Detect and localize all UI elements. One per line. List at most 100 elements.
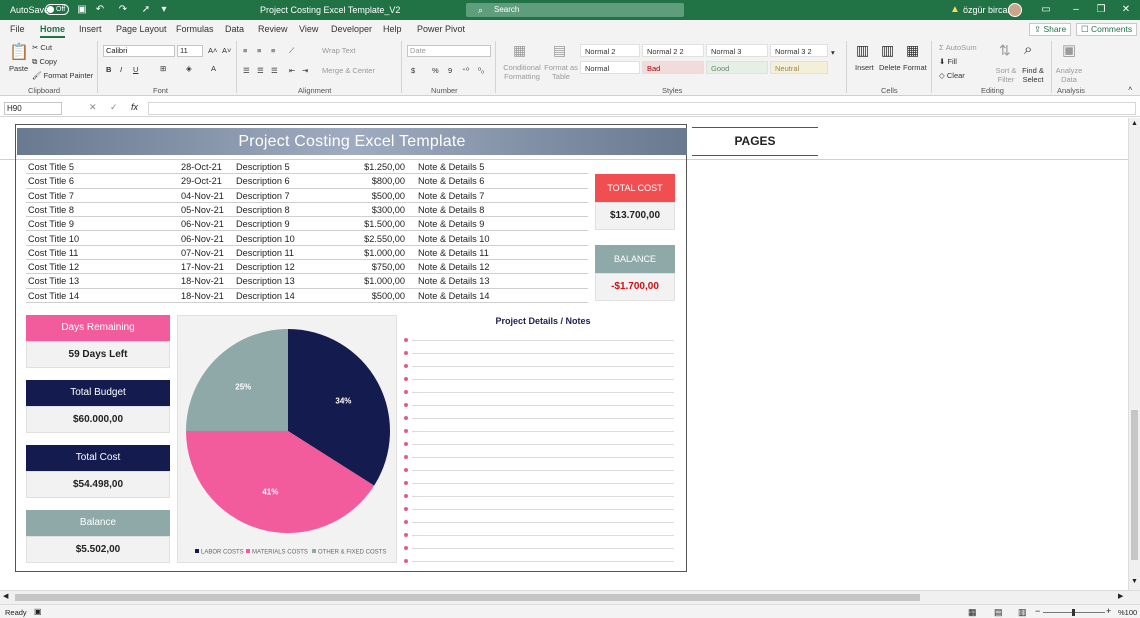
increase-indent-icon[interactable]: ⇥ [302, 66, 308, 75]
insert-cells-icon[interactable]: ▥ [856, 42, 869, 59]
grow-font-icon[interactable]: A˄ [208, 46, 217, 55]
maximize-icon[interactable]: ❐ [1095, 4, 1107, 16]
accessibility-icon[interactable]: ▣ [34, 607, 42, 616]
increase-decimal-icon[interactable]: ⁺⁰ [462, 66, 469, 75]
close-icon[interactable]: ✕ [1120, 4, 1132, 16]
italic-icon[interactable]: I [120, 65, 122, 74]
conditional-formatting-button[interactable]: Conditional Formatting [502, 63, 542, 81]
merge-center-button[interactable]: Merge & Center [322, 66, 375, 75]
horizontal-scrollbar[interactable]: ◀ ▶ [0, 590, 1140, 604]
style-normal-3[interactable]: Normal 3 [706, 44, 768, 57]
currency-icon[interactable]: $ [411, 66, 415, 75]
zoom-level[interactable]: %100 [1118, 608, 1137, 617]
font-size-select[interactable]: 11 [177, 45, 203, 57]
ribbon-display-icon[interactable]: ▭ [1040, 4, 1052, 16]
scroll-down-icon[interactable]: ▼ [1131, 578, 1138, 585]
tab-home[interactable]: Home [40, 24, 66, 38]
format-button[interactable]: Format [903, 63, 927, 72]
find-icon[interactable]: ⌕ [1024, 41, 1032, 58]
format-as-table-icon[interactable]: ▤ [553, 42, 566, 59]
align-middle-icon[interactable]: ≡ [257, 46, 261, 55]
decrease-indent-icon[interactable]: ⇤ [289, 66, 295, 75]
style-good[interactable]: Good [706, 61, 768, 74]
wrap-text-button[interactable]: Wrap Text [322, 46, 356, 55]
save-icon[interactable]: ▣ [76, 4, 88, 16]
number-format-select[interactable]: Date [407, 45, 491, 57]
style-normal-2-2[interactable]: Normal 2 2 [642, 44, 704, 57]
delete-cells-icon[interactable]: ▥ [881, 42, 894, 59]
fill-button[interactable]: ⬇ Fill [939, 57, 957, 66]
delete-button[interactable]: Delete [879, 63, 901, 72]
h-scroll-thumb[interactable] [15, 594, 920, 601]
tab-formulas[interactable]: Formulas [176, 24, 214, 34]
font-name-select[interactable]: Calibri [103, 45, 175, 57]
normal-view-icon[interactable]: ▦ [968, 607, 977, 618]
fill-color-icon[interactable]: ◈ [186, 64, 192, 73]
style-normal[interactable]: Normal [580, 61, 640, 74]
name-box[interactable]: H90 [4, 102, 62, 115]
format-as-table-button[interactable]: Format as Table [544, 63, 578, 81]
page-break-view-icon[interactable]: ▥ [1018, 607, 1027, 618]
scroll-left-icon[interactable]: ◀ [3, 592, 8, 600]
scroll-right-icon[interactable]: ▶ [1118, 592, 1123, 600]
insert-button[interactable]: Insert [855, 63, 874, 72]
align-right-icon[interactable]: ☰ [271, 66, 278, 75]
paste-button[interactable]: Paste [9, 64, 28, 73]
customize-qat-icon[interactable]: ▾ [158, 4, 170, 16]
formula-input[interactable] [148, 102, 1136, 115]
page-layout-view-icon[interactable]: ▤ [994, 607, 1003, 618]
tab-help[interactable]: Help [383, 24, 402, 34]
percent-icon[interactable]: % [432, 66, 439, 75]
shrink-font-icon[interactable]: A˅ [222, 46, 231, 55]
minimize-icon[interactable]: – [1070, 4, 1082, 16]
comments-button[interactable]: ☐ Comments [1076, 23, 1138, 36]
conditional-formatting-icon[interactable]: ▦ [513, 42, 526, 59]
tab-data[interactable]: Data [225, 24, 244, 34]
sort-filter-button[interactable]: Sort & Filter [993, 66, 1019, 84]
insert-function-icon[interactable]: fx [131, 102, 138, 112]
bold-icon[interactable]: B [106, 65, 111, 74]
decrease-decimal-icon[interactable]: ⁰₀ [478, 66, 484, 75]
format-cells-icon[interactable]: ▦ [906, 42, 919, 59]
tab-review[interactable]: Review [258, 24, 288, 34]
font-color-icon[interactable]: A [211, 64, 216, 73]
format-painter-button[interactable]: 🖌 Format Painter [32, 71, 93, 80]
cancel-formula-icon[interactable]: ✕ [89, 102, 97, 113]
borders-icon[interactable]: ⊞ [160, 64, 166, 73]
styles-more-icon[interactable]: ▾ [831, 48, 835, 57]
copy-button[interactable]: ⧉ Copy [32, 57, 57, 67]
style-normal-2[interactable]: Normal 2 [580, 44, 640, 57]
enter-formula-icon[interactable]: ✓ [110, 102, 118, 113]
redo-icon[interactable]: ↷ [117, 4, 129, 16]
cost-breakdown-chart[interactable]: 34% 41% 25% LABOR COSTS MATERIALS COSTS OTHER… [177, 315, 397, 563]
underline-icon[interactable]: U [133, 65, 138, 74]
align-center-icon[interactable]: ☰ [257, 66, 264, 75]
share-button[interactable]: ⇪ Share [1029, 23, 1072, 36]
avatar[interactable] [1008, 3, 1022, 17]
style-bad[interactable]: Bad [642, 61, 704, 74]
align-left-icon[interactable]: ☰ [243, 66, 250, 75]
tab-file[interactable]: File [10, 24, 25, 34]
autosum-button[interactable]: Σ AutoSum [939, 43, 977, 52]
zoom-in-icon[interactable]: + [1106, 606, 1111, 616]
analyze-data-button[interactable]: Analyze Data [1055, 66, 1083, 84]
tab-power-pivot[interactable]: Power Pivot [417, 24, 465, 34]
scroll-up-icon[interactable]: ▲ [1131, 120, 1138, 127]
sort-filter-icon[interactable]: ⇅ [999, 42, 1011, 59]
pie-slice-2[interactable] [186, 329, 288, 431]
worksheet[interactable]: Project Costing Excel Template PAGES Cos… [0, 118, 1128, 590]
find-select-button[interactable]: Find & Select [1019, 66, 1047, 84]
tab-page-layout[interactable]: Page Layout [116, 24, 167, 34]
clear-button[interactable]: ◇ Clear [939, 71, 965, 80]
tab-view[interactable]: View [299, 24, 318, 34]
zoom-slider-handle[interactable] [1072, 609, 1075, 616]
style-normal-3-2[interactable]: Normal 3 2 [770, 44, 828, 57]
tab-developer[interactable]: Developer [331, 24, 372, 34]
align-bottom-icon[interactable]: ≡ [271, 46, 275, 55]
search-box[interactable]: ⌕ Search [466, 3, 684, 17]
scroll-thumb[interactable] [1131, 410, 1138, 560]
collapse-ribbon-icon[interactable]: ˄ [1128, 84, 1132, 93]
comma-icon[interactable]: 9 [448, 66, 452, 75]
paste-icon[interactable]: 📋 [9, 42, 29, 62]
tab-insert[interactable]: Insert [79, 24, 102, 34]
